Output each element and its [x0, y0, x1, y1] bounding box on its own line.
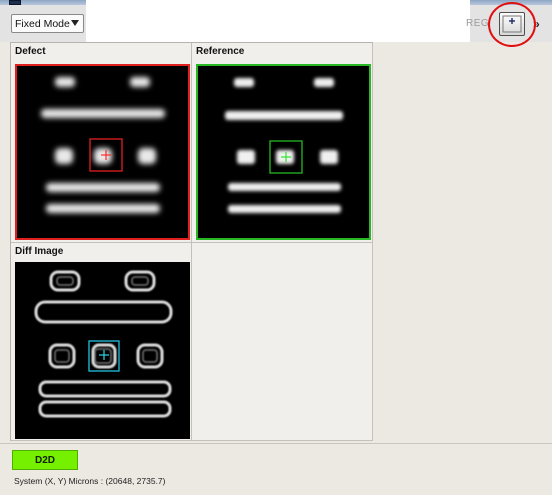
diff-pattern: [15, 262, 190, 439]
defect-panel-title: Defect: [15, 46, 46, 57]
reference-pattern: [198, 66, 369, 238]
defect-panel: Defect: [11, 43, 192, 243]
d2d-button[interactable]: D2D: [12, 450, 78, 470]
diff-panel-title: Diff Image: [15, 246, 64, 257]
reg-label[interactable]: REG: [466, 18, 489, 29]
image-grid: Defect Reference Diff Image: [10, 42, 373, 441]
footer-divider: [0, 443, 552, 444]
reference-panel-title: Reference: [196, 46, 245, 57]
reference-panel: Reference: [192, 43, 373, 243]
defect-pattern: [17, 66, 188, 238]
mode-select-value: Fixed Mode: [15, 17, 70, 30]
toolbar-blank-area: [86, 0, 470, 42]
chevron-down-icon: [71, 20, 79, 26]
reference-image[interactable]: [196, 64, 371, 240]
coordinates-status: System (X, Y) Microns : (20648, 2735.7): [14, 476, 166, 486]
diff-image[interactable]: [15, 262, 190, 439]
highlight-circle: [488, 2, 536, 47]
defect-image[interactable]: [15, 64, 190, 240]
empty-panel: [192, 243, 373, 441]
diff-panel: Diff Image: [11, 243, 192, 441]
mode-select[interactable]: Fixed Mode: [11, 14, 84, 33]
